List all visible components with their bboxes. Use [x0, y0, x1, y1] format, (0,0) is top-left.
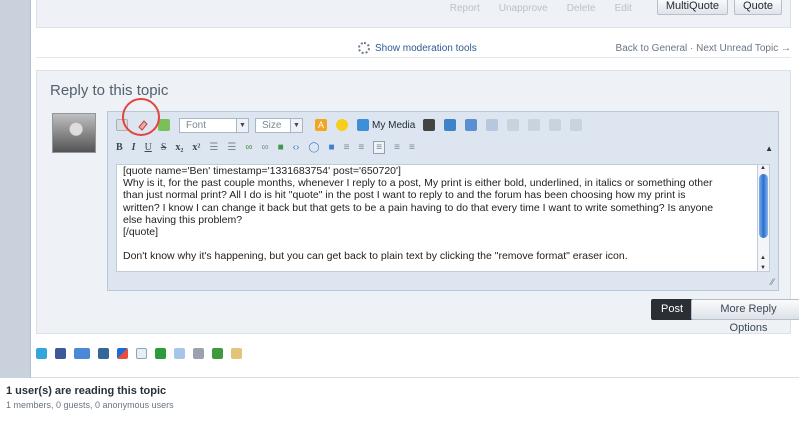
align-left-icon[interactable]: ≡: [358, 142, 364, 153]
quote-icon[interactable]: ◯: [308, 142, 319, 153]
collapse-toolbar-icon[interactable]: ▲: [765, 144, 773, 153]
scrollbar-thumb[interactable]: [759, 174, 768, 238]
gutter-border: [30, 0, 31, 378]
text-line: [123, 238, 754, 250]
undo-icon[interactable]: [465, 119, 478, 131]
text-line: than just normal print? All I do is hit …: [123, 189, 686, 202]
digg-icon[interactable]: [98, 348, 109, 359]
reply-title: Reply to this topic: [50, 82, 169, 99]
stumbleupon-icon[interactable]: [155, 348, 166, 359]
delete-link[interactable]: Delete: [567, 3, 596, 14]
media-icon[interactable]: [357, 119, 369, 131]
redo-icon[interactable]: [486, 119, 499, 131]
size-select[interactable]: Size ▼: [255, 117, 303, 133]
reply-textarea[interactable]: [quote name='Ben' timestamp='1331683754'…: [116, 164, 761, 272]
facebook-icon[interactable]: [55, 348, 66, 359]
page: Report Unapprove Delete Edit MultiQuote …: [30, 0, 799, 427]
email-icon[interactable]: [174, 348, 185, 359]
avatar: [52, 113, 96, 153]
gear-icon: [358, 42, 370, 54]
text-line: Why is it, for the past couple months, w…: [123, 177, 713, 190]
reply-box: Reply to this topic Font ▼ Size ▼ A My Med…: [36, 70, 799, 334]
editor-toolbar-top: Font ▼ Size ▼ A My Media: [116, 114, 591, 136]
strikethrough-icon[interactable]: S: [161, 142, 167, 153]
left-gutter: [0, 0, 30, 378]
emoticon-icon[interactable]: [336, 119, 348, 131]
editor-toolbar-format: B I U S x₂ x² ☰ ☰ ∞ ∞ ■ ‹› ◯ ■ ≡ ≡ ≡ ≡ ≡: [116, 136, 424, 158]
spellcheck-icon[interactable]: [444, 119, 457, 131]
twitter-icon[interactable]: [36, 348, 47, 359]
paste-text-icon[interactable]: [549, 119, 562, 131]
more-reply-options-button[interactable]: More Reply Options: [691, 299, 799, 334]
scroll-up-icon[interactable]: ▲: [760, 255, 766, 261]
superscript-icon[interactable]: x²: [192, 142, 200, 153]
topic-navigation[interactable]: Back to General · Next Unread Topic →: [616, 43, 791, 54]
quote-button[interactable]: Quote: [734, 0, 782, 15]
reddit-icon[interactable]: [136, 348, 147, 359]
post-action-bar: Report Unapprove Delete Edit MultiQuote …: [36, 0, 791, 28]
rich-text-editor: Font ▼ Size ▼ A My Media B I U S x₂ x² ☰…: [107, 98, 779, 291]
post-actions: Report Unapprove Delete Edit MultiQuote …: [450, 0, 782, 16]
highlight-circle: [122, 98, 160, 136]
paste-word-icon[interactable]: [570, 119, 583, 131]
bold-icon[interactable]: B: [116, 142, 123, 153]
font-select[interactable]: Font ▼: [179, 117, 249, 133]
text-line: [quote name='Ben' timestamp='1331683754'…: [123, 165, 401, 177]
text-line: Don't know why it's happening, but you c…: [123, 250, 628, 263]
chevron-down-icon: ▼: [236, 118, 248, 132]
unlink-icon[interactable]: ∞: [261, 142, 268, 153]
image-icon[interactable]: ■: [278, 142, 284, 153]
my-media-button[interactable]: My Media: [372, 120, 415, 131]
resize-handle-icon[interactable]: ⁄⁄: [771, 277, 774, 287]
chevron-down-icon: ▼: [290, 118, 302, 132]
edit-link[interactable]: Edit: [615, 3, 632, 14]
spoiler-icon[interactable]: ■: [329, 142, 335, 153]
moderation-row: Show moderation tools Back to General · …: [36, 38, 791, 58]
post-button[interactable]: Post: [651, 299, 694, 320]
readers-title: 1 user(s) are reading this topic: [6, 385, 167, 397]
subscript-icon[interactable]: x₂: [175, 142, 183, 153]
download-icon[interactable]: [212, 348, 223, 359]
italic-icon[interactable]: I: [132, 142, 136, 153]
notes-icon[interactable]: [231, 348, 242, 359]
align-justify-icon[interactable]: ≡: [409, 142, 415, 153]
share-bar: [36, 348, 242, 359]
copy-icon[interactable]: [507, 119, 520, 131]
textarea-scrollbar[interactable]: ▲ ▲ ▼: [757, 164, 770, 272]
text-line: else having this problem?: [123, 213, 243, 226]
google-plus-icon[interactable]: [74, 348, 90, 359]
print-icon[interactable]: [193, 348, 204, 359]
paste-icon[interactable]: [528, 119, 541, 131]
scroll-up-icon[interactable]: ▲: [760, 165, 766, 171]
scroll-down-icon[interactable]: ▼: [760, 265, 766, 271]
align-center-icon[interactable]: ≡: [373, 140, 386, 154]
indent-icon[interactable]: ≡: [344, 142, 350, 153]
readers-section: 1 user(s) are reading this topic 1 membe…: [6, 385, 174, 410]
underline-icon[interactable]: U: [145, 142, 152, 153]
numbered-list-icon[interactable]: ☰: [227, 142, 236, 153]
find-icon[interactable]: [423, 119, 436, 131]
unapprove-link[interactable]: Unapprove: [499, 3, 548, 14]
show-moderation-tools[interactable]: Show moderation tools: [358, 42, 477, 54]
bullet-list-icon[interactable]: ☰: [209, 142, 218, 153]
code-icon[interactable]: ‹›: [293, 142, 300, 153]
moderation-tools-link[interactable]: Show moderation tools: [375, 43, 477, 54]
divider: [30, 377, 799, 378]
link-icon[interactable]: ∞: [245, 142, 252, 153]
readers-subtitle: 1 members, 0 guests, 0 anonymous users: [6, 400, 174, 410]
text-line: written? I know I can change it back but…: [123, 201, 714, 214]
text-line: [/quote]: [123, 226, 159, 239]
table-icon[interactable]: [158, 119, 170, 131]
text-color-icon[interactable]: A: [315, 119, 327, 131]
align-right-icon[interactable]: ≡: [394, 142, 400, 153]
report-link[interactable]: Report: [450, 3, 480, 14]
multiquote-button[interactable]: MultiQuote: [656, 0, 729, 15]
delicious-icon[interactable]: [117, 348, 128, 359]
